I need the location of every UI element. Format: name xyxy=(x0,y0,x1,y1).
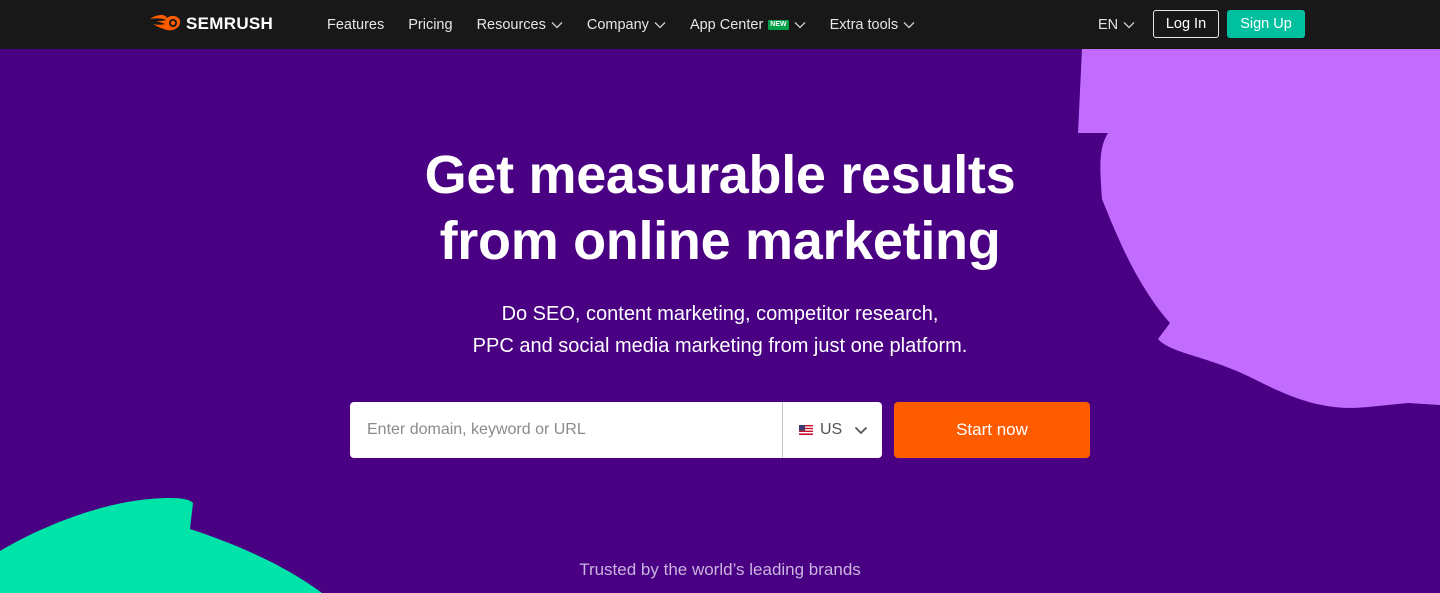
nav-resources[interactable]: Resources xyxy=(477,17,563,33)
new-badge: NEW xyxy=(768,19,789,30)
us-flag-icon xyxy=(799,425,813,435)
hero-title-line-2: from online marketing xyxy=(439,211,1001,271)
chevron-down-icon xyxy=(903,21,915,28)
login-button[interactable]: Log In xyxy=(1153,10,1219,38)
hero-title: Get measurable results from online marke… xyxy=(0,142,1440,274)
hero-subtitle: Do SEO, content marketing, competitor re… xyxy=(0,298,1440,362)
top-navigation-bar: SEMRUSH Features Pricing Resources Compa… xyxy=(0,0,1440,49)
nav-pricing-label: Pricing xyxy=(408,16,453,33)
nav-features-label: Features xyxy=(327,16,385,33)
language-label: EN xyxy=(1098,16,1119,33)
nav-app-center[interactable]: App Center NEW xyxy=(690,17,806,33)
hero-subtitle-line-2: PPC and social media marketing from just… xyxy=(472,335,968,357)
trusted-by-text: Trusted by the world’s leading brands xyxy=(579,560,861,579)
nav-pricing[interactable]: Pricing xyxy=(408,17,452,33)
hero-title-line-1: Get measurable results xyxy=(424,145,1016,205)
search-input[interactable] xyxy=(350,402,782,458)
chevron-down-icon xyxy=(855,426,868,434)
database-selector[interactable]: US xyxy=(782,402,882,458)
nav-extra-tools[interactable]: Extra tools xyxy=(830,17,916,33)
signup-button[interactable]: Sign Up xyxy=(1227,10,1305,38)
nav-company[interactable]: Company xyxy=(587,17,666,33)
language-selector[interactable]: EN xyxy=(1098,0,1135,49)
nav-company-label: Company xyxy=(586,16,649,33)
chevron-down-icon xyxy=(551,21,563,28)
database-label: US xyxy=(820,421,843,438)
chevron-down-icon xyxy=(1123,21,1135,28)
semrush-logo[interactable]: SEMRUSH xyxy=(150,14,273,34)
search-form: US xyxy=(350,402,882,458)
start-now-button[interactable]: Start now xyxy=(894,402,1090,458)
nav-features[interactable]: Features xyxy=(327,17,384,33)
logo-wordmark: SEMRUSH xyxy=(186,14,274,33)
chevron-down-icon xyxy=(794,21,806,28)
nav-app-center-label: App Center xyxy=(689,16,764,33)
hero-subtitle-line-1: Do SEO, content marketing, competitor re… xyxy=(501,303,939,325)
nav-extra-tools-label: Extra tools xyxy=(829,16,899,33)
chevron-down-icon xyxy=(654,21,666,28)
main-nav: Features Pricing Resources Company App C… xyxy=(327,0,939,49)
nav-resources-label: Resources xyxy=(476,16,546,33)
semrush-flame-icon xyxy=(150,15,181,31)
